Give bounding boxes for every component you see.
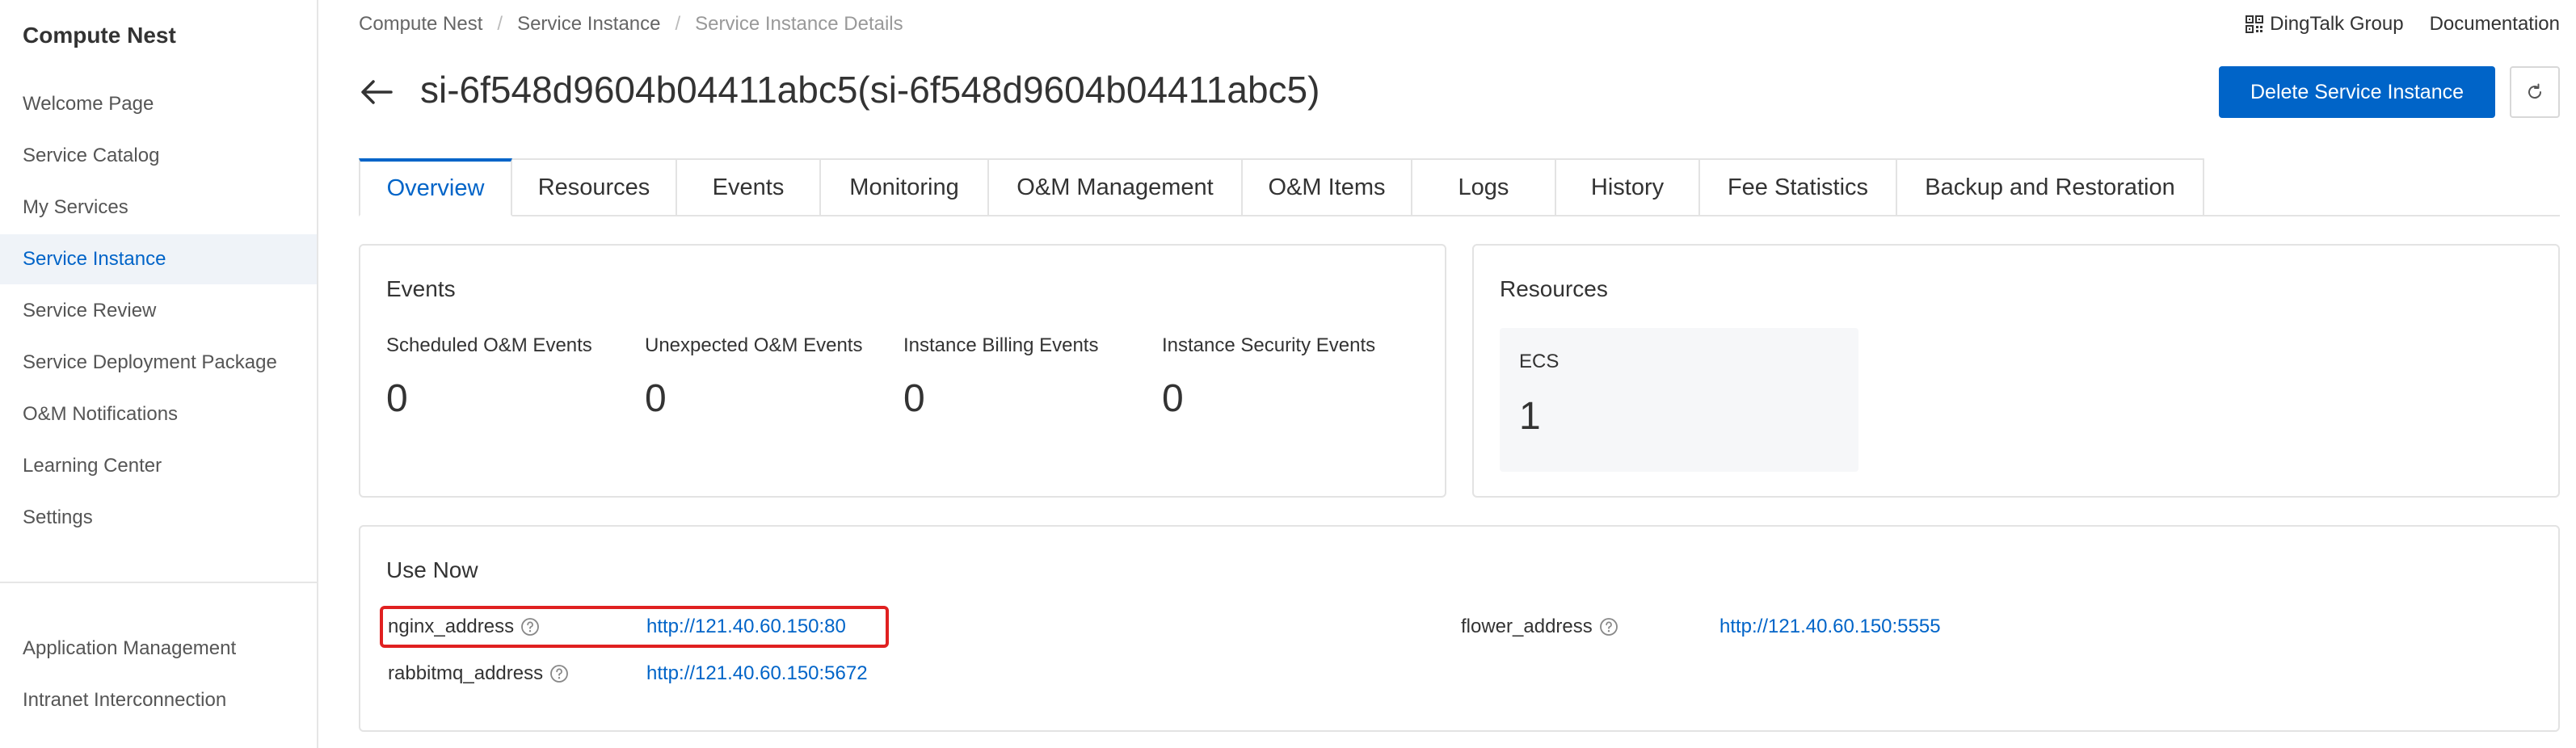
sidebar-item-application-management[interactable]: Application Management	[0, 624, 317, 674]
flower-address-link[interactable]: http://121.40.60.150:5555	[1719, 616, 1941, 638]
qr-code-icon	[2246, 15, 2264, 33]
sidebar-item-welcome-page[interactable]: Welcome Page	[0, 79, 317, 129]
refresh-icon	[2528, 83, 2542, 99]
instance-security-events-label: Instance Security Events	[1162, 334, 1376, 356]
tab-overview[interactable]: Overview	[359, 158, 512, 216]
help-icon[interactable]	[549, 664, 569, 683]
breadcrumb-separator: /	[675, 13, 681, 35]
sidebar-item-service-deployment-package[interactable]: Service Deployment Package	[0, 338, 317, 388]
use-now-title: Use Now	[386, 557, 478, 582]
scheduled-om-events-label: Scheduled O&M Events	[386, 334, 592, 356]
instance-security-events-value[interactable]: 0	[1162, 376, 1184, 421]
breadcrumb: Compute Nest / Service Instance / Servic…	[359, 13, 903, 36]
tab-resources[interactable]: Resources	[512, 158, 677, 216]
sidebar: Compute Nest Welcome Page Service Catalo…	[0, 0, 318, 748]
breadcrumb-compute-nest[interactable]: Compute Nest	[359, 13, 482, 36]
breadcrumb-service-instance[interactable]: Service Instance	[517, 13, 660, 36]
sidebar-item-service-catalog[interactable]: Service Catalog	[0, 131, 317, 181]
tab-om-management[interactable]: O&M Management	[989, 158, 1243, 216]
sidebar-item-om-notifications[interactable]: O&M Notifications	[0, 389, 317, 439]
tab-om-items[interactable]: O&M Items	[1243, 158, 1412, 216]
refresh-button[interactable]	[2510, 66, 2560, 118]
tab-logs[interactable]: Logs	[1412, 158, 1556, 216]
tab-history[interactable]: History	[1556, 158, 1700, 216]
rabbitmq-address-label: rabbitmq_address	[388, 662, 569, 685]
dingtalk-group-link[interactable]: DingTalk Group	[2246, 13, 2404, 36]
tab-monitoring[interactable]: Monitoring	[821, 158, 989, 216]
sidebar-item-learning-center[interactable]: Learning Center	[0, 441, 317, 491]
sidebar-item-settings[interactable]: Settings	[0, 493, 317, 543]
delete-service-instance-button[interactable]: Delete Service Instance	[2219, 66, 2495, 118]
help-icon[interactable]	[1599, 617, 1618, 637]
tab-events[interactable]: Events	[677, 158, 821, 216]
flower-address-label-text: flower_address	[1461, 616, 1593, 637]
documentation-link[interactable]: Documentation	[2430, 13, 2560, 36]
scheduled-om-events-value[interactable]: 0	[386, 376, 408, 421]
highlight-box	[380, 606, 889, 648]
unexpected-om-events-label: Unexpected O&M Events	[645, 334, 863, 356]
breadcrumb-separator: /	[497, 13, 503, 35]
instance-billing-events-label: Instance Billing Events	[903, 334, 1099, 356]
sidebar-item-my-services[interactable]: My Services	[0, 183, 317, 233]
sidebar-divider	[0, 582, 317, 583]
events-card: Events Scheduled O&M Events 0 Unexpected…	[359, 244, 1446, 498]
tab-bar: Overview Resources Events Monitoring O&M…	[359, 158, 2204, 216]
ecs-resource-box[interactable]: ECS 1	[1500, 328, 1858, 472]
page-title: si-6f548d9604b04411abc5(si-6f548d9604b04…	[420, 69, 1320, 111]
rabbitmq-address-link[interactable]: http://121.40.60.150:5672	[646, 662, 868, 685]
dingtalk-group-label: DingTalk Group	[2270, 13, 2404, 35]
back-arrow-icon[interactable]	[359, 74, 394, 110]
ecs-count: 1	[1519, 395, 1541, 438]
rabbitmq-address-label-text: rabbitmq_address	[388, 662, 544, 684]
tab-backup-and-restoration[interactable]: Backup and Restoration	[1897, 158, 2204, 216]
sidebar-title: Compute Nest	[23, 23, 176, 48]
sidebar-item-service-review[interactable]: Service Review	[0, 286, 317, 336]
flower-address-label: flower_address	[1461, 616, 1618, 638]
unexpected-om-events-value[interactable]: 0	[645, 376, 667, 421]
sidebar-item-intranet-interconnection[interactable]: Intranet Interconnection	[0, 675, 317, 725]
breadcrumb-current: Service Instance Details	[695, 13, 903, 35]
top-links: DingTalk Group Documentation	[2220, 13, 2560, 36]
resources-card-title: Resources	[1500, 276, 1608, 301]
ecs-label: ECS	[1519, 351, 1559, 372]
sidebar-item-service-instance[interactable]: Service Instance	[0, 234, 317, 284]
resources-card: Resources ECS 1	[1472, 244, 2560, 498]
tab-fee-statistics[interactable]: Fee Statistics	[1700, 158, 1897, 216]
events-card-title: Events	[386, 276, 456, 301]
instance-billing-events-value[interactable]: 0	[903, 376, 925, 421]
